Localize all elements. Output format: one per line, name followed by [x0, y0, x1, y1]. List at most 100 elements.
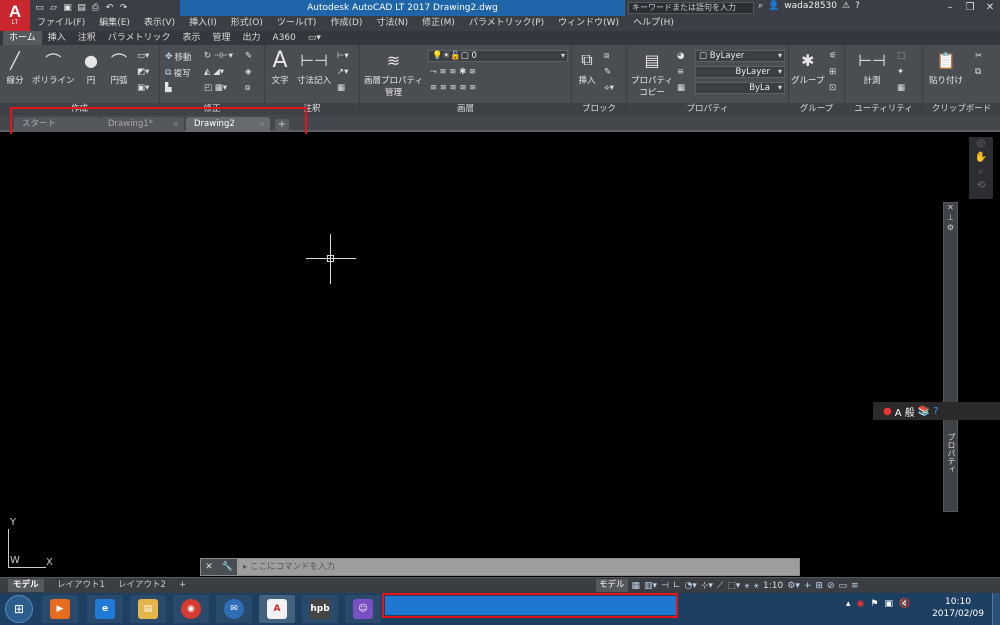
auto-scale-icon[interactable]: ⚹	[754, 581, 759, 591]
zoom-icon[interactable]: ⌕	[969, 165, 993, 179]
redo-icon[interactable]: ↷	[118, 2, 129, 13]
taskbar-app-character[interactable]: ☺	[345, 595, 381, 623]
menu-insert[interactable]: 挿入(I)	[182, 16, 224, 31]
menu-edit[interactable]: 編集(E)	[92, 16, 137, 31]
lineweight-toggle-icon[interactable]: ⟋	[717, 581, 723, 591]
help-icon[interactable]: ?	[855, 1, 860, 11]
user-name[interactable]: wada28530	[784, 1, 837, 11]
tray-expand-icon[interactable]: ▴	[846, 599, 851, 609]
menu-parametric[interactable]: パラメトリック(P)	[462, 16, 551, 31]
taskbar-internet-explorer[interactable]: e	[87, 595, 123, 623]
snap-icon[interactable]: ▥▾	[644, 581, 657, 591]
tab-manage[interactable]: 管理	[207, 31, 237, 45]
menu-window[interactable]: ウィンドウ(W)	[551, 16, 626, 31]
edit-block-icon[interactable]: ✎	[604, 67, 611, 77]
menu-help[interactable]: ヘルプ(H)	[626, 16, 681, 31]
polar-icon[interactable]: ◔▾	[684, 581, 696, 591]
start-button[interactable]: ⊞	[5, 595, 33, 623]
quick-select-icon[interactable]: ✦	[897, 67, 904, 77]
explode-icon[interactable]: ◈	[245, 67, 252, 77]
menu-file[interactable]: ファイル(F)	[30, 16, 92, 31]
osnap-icon[interactable]: ⊹▾	[701, 581, 713, 591]
minimize-icon[interactable]: –	[940, 0, 960, 16]
tab-parametric[interactable]: パラメトリック	[102, 31, 177, 45]
rotate-icon[interactable]: ↻ ⊣⊢▾	[204, 51, 233, 61]
tray-volume-icon[interactable]: 🔇	[899, 599, 910, 609]
panel-groups-title[interactable]: グループ	[789, 103, 844, 115]
taskbar-chrome[interactable]: ◉	[173, 595, 209, 623]
layout-tab-layout2[interactable]: レイアウト2	[113, 579, 171, 592]
ime-dictionary-icon[interactable]: 📚	[918, 406, 930, 417]
steering-wheel-icon[interactable]: ◎	[969, 137, 993, 151]
line-button[interactable]: ╱ 線分	[4, 49, 26, 87]
search-input[interactable]: キーワードまたは語句を入力	[628, 2, 754, 14]
tab-output[interactable]: 出力	[237, 31, 267, 45]
taskbar-hpb[interactable]: hpb	[302, 595, 338, 623]
leader-icon[interactable]: ↗▾	[337, 67, 348, 77]
units-icon[interactable]: ⊞	[815, 581, 823, 591]
taskbar-clock[interactable]: 10:10 2017/02/09	[928, 596, 988, 620]
customization-icon[interactable]: ≡	[851, 581, 859, 591]
offset-icon[interactable]: ⧈	[245, 83, 250, 93]
menu-format[interactable]: 形式(O)	[224, 16, 270, 31]
panel-properties-title[interactable]: プロパティ	[627, 103, 788, 115]
taskbar-explorer[interactable]: ▤	[130, 595, 166, 623]
layout-tab-model[interactable]: モデル	[8, 579, 44, 592]
dimension-button[interactable]: ⊢⊣ 寸法記入	[297, 49, 331, 87]
pan-icon[interactable]: ✋	[969, 151, 993, 165]
infer-icon[interactable]: ⊣	[661, 581, 669, 591]
linetype-dropdown[interactable]: ByLayer	[695, 66, 785, 78]
drawing-canvas[interactable]: ◎ ✋ ⌕ ⟲ ✕ ⊥ ⚙ プロパティ ● A 般 📚 ? Y W X ✕ 🔧 …	[0, 134, 1000, 577]
layout-tab-layout1[interactable]: レイアウト1	[52, 579, 110, 592]
ortho-icon[interactable]: ∟	[673, 581, 681, 591]
menu-dimension[interactable]: 寸法(N)	[369, 16, 415, 31]
plus-icon[interactable]: +	[804, 581, 812, 591]
binoculars-icon[interactable]: ⌕	[758, 1, 763, 11]
annotation-scale[interactable]: 1:10	[763, 581, 783, 591]
stretch-icon[interactable]: ▙	[165, 83, 172, 93]
ime-mode[interactable]: A 般	[895, 404, 915, 419]
panel-layers-title[interactable]: 画層	[360, 103, 571, 115]
close-icon[interactable]: ✕	[980, 0, 1000, 16]
layer-tools-row1[interactable]: ⤳ ≋ ≋ ✱ ≋	[430, 67, 476, 77]
lineweight-dropdown[interactable]: ByLa	[695, 82, 785, 94]
save-icon[interactable]: ▣	[62, 2, 73, 13]
palette-title[interactable]: プロパティ	[945, 433, 957, 473]
measure-button[interactable]: ⊢⊣ 計測	[858, 49, 886, 87]
group-edit-icon[interactable]: ⊞	[829, 67, 836, 77]
group-button[interactable]: ✱ グループ	[791, 49, 825, 87]
isolate-icon[interactable]: ⊘	[827, 581, 835, 591]
text-button[interactable]: A 文字	[269, 48, 291, 87]
menu-draw[interactable]: 作成(D)	[323, 16, 369, 31]
ime-help-icon[interactable]: ?	[933, 406, 938, 417]
open-folder-icon[interactable]: ▱	[48, 2, 59, 13]
palette-close-icon[interactable]: ✕	[944, 203, 957, 213]
exchange-icon[interactable]: ⚠	[842, 1, 850, 11]
layer-properties-button[interactable]: ≋ 画層プロパティ 管理	[364, 49, 423, 99]
ime-status-icon[interactable]: ●	[883, 406, 892, 417]
print-icon[interactable]: ⎙	[90, 2, 101, 13]
tray-antivirus-icon[interactable]: ◉	[857, 599, 865, 609]
mirror-icon[interactable]: ◭ ◢▾	[204, 67, 224, 77]
polyline-button[interactable]: ⌒ ポリライン	[32, 49, 75, 86]
palette-settings-icon[interactable]: ⚙	[944, 223, 957, 233]
application-menu-button[interactable]: A LT	[0, 0, 30, 31]
hatch-icon[interactable]: ◩▾	[137, 67, 149, 77]
annotation-visibility-icon[interactable]: ⚹	[744, 581, 749, 591]
arc-button[interactable]: ⌒ 円弧	[108, 49, 130, 86]
erase-icon[interactable]: ✎	[245, 51, 252, 61]
layer-dropdown[interactable]: 💡☀🔓▢ 0	[428, 50, 568, 62]
undo-icon[interactable]: ↶	[104, 2, 115, 13]
show-desktop-button[interactable]	[992, 593, 1000, 625]
restore-icon[interactable]: ❐	[960, 0, 980, 16]
new-file-icon[interactable]: ▭	[34, 2, 45, 13]
palette-pin-icon[interactable]: ⊥	[944, 213, 957, 223]
menu-tools[interactable]: ツール(T)	[270, 16, 324, 31]
group-select-icon[interactable]: ⊡	[829, 83, 836, 93]
menu-view[interactable]: 表示(V)	[137, 16, 182, 31]
tab-home[interactable]: ホーム	[3, 31, 42, 45]
panel-block-title[interactable]: ブロック	[572, 103, 626, 115]
panel-utilities-title[interactable]: ユーティリティ	[845, 103, 922, 115]
user-icon[interactable]: 👤	[768, 1, 779, 11]
circle-button[interactable]: ● 円	[80, 49, 102, 87]
